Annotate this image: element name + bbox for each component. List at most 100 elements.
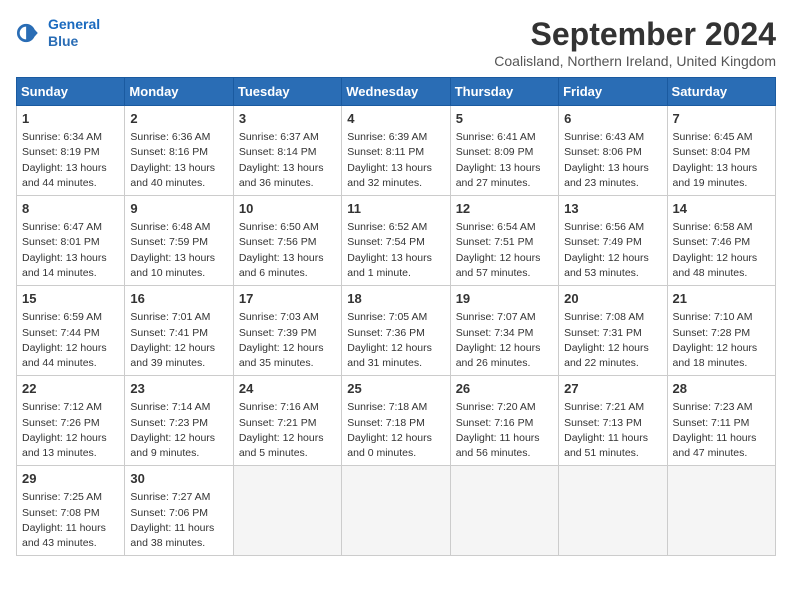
day-number: 5 — [456, 110, 553, 128]
day-number: 20 — [564, 290, 661, 308]
day-info: Sunrise: 7:05 AMSunset: 7:36 PMDaylight:… — [347, 310, 444, 371]
day-info: Sunrise: 6:47 AMSunset: 8:01 PMDaylight:… — [22, 220, 119, 281]
week-row-5: 29 Sunrise: 7:25 AMSunset: 7:08 PMDayligh… — [17, 466, 776, 556]
week-row-2: 8 Sunrise: 6:47 AMSunset: 8:01 PMDaylight… — [17, 196, 776, 286]
calendar-cell: 14 Sunrise: 6:58 AMSunset: 7:46 PMDayligh… — [667, 196, 775, 286]
day-info: Sunrise: 6:52 AMSunset: 7:54 PMDaylight:… — [347, 220, 444, 281]
day-info: Sunrise: 6:41 AMSunset: 8:09 PMDaylight:… — [456, 130, 553, 191]
calendar-cell: 26 Sunrise: 7:20 AMSunset: 7:16 PMDayligh… — [450, 376, 558, 466]
day-number: 15 — [22, 290, 119, 308]
day-number: 4 — [347, 110, 444, 128]
day-number: 25 — [347, 380, 444, 398]
calendar-cell: 18 Sunrise: 7:05 AMSunset: 7:36 PMDayligh… — [342, 286, 450, 376]
calendar-cell: 20 Sunrise: 7:08 AMSunset: 7:31 PMDayligh… — [559, 286, 667, 376]
day-info: Sunrise: 6:37 AMSunset: 8:14 PMDaylight:… — [239, 130, 336, 191]
column-header-sunday: Sunday — [17, 78, 125, 106]
calendar-cell: 9Sunrise: 6:48 AMSunset: 7:59 PMDaylight… — [125, 196, 233, 286]
day-info: Sunrise: 6:45 AMSunset: 8:04 PMDaylight:… — [673, 130, 770, 191]
day-number: 13 — [564, 200, 661, 218]
day-info: Sunrise: 6:59 AMSunset: 7:44 PMDaylight:… — [22, 310, 119, 371]
day-info: Sunrise: 6:58 AMSunset: 7:46 PMDaylight:… — [673, 220, 770, 281]
column-header-monday: Monday — [125, 78, 233, 106]
day-info: Sunrise: 7:21 AMSunset: 7:13 PMDaylight:… — [564, 400, 661, 461]
column-header-tuesday: Tuesday — [233, 78, 341, 106]
day-info: Sunrise: 7:10 AMSunset: 7:28 PMDaylight:… — [673, 310, 770, 371]
day-info: Sunrise: 7:16 AMSunset: 7:21 PMDaylight:… — [239, 400, 336, 461]
calendar-cell: 5 Sunrise: 6:41 AMSunset: 8:09 PMDaylight… — [450, 106, 558, 196]
day-number: 26 — [456, 380, 553, 398]
day-info: Sunrise: 6:39 AMSunset: 8:11 PMDaylight:… — [347, 130, 444, 191]
calendar-cell: 15 Sunrise: 6:59 AMSunset: 7:44 PMDayligh… — [17, 286, 125, 376]
calendar-cell: 22 Sunrise: 7:12 AMSunset: 7:26 PMDayligh… — [17, 376, 125, 466]
column-header-saturday: Saturday — [667, 78, 775, 106]
calendar-cell: 8 Sunrise: 6:47 AMSunset: 8:01 PMDaylight… — [17, 196, 125, 286]
day-number: 19 — [456, 290, 553, 308]
title-area: September 2024 Coalisland, Northern Irel… — [494, 16, 776, 69]
day-number: 8 — [22, 200, 119, 218]
calendar-cell: 24 Sunrise: 7:16 AMSunset: 7:21 PMDayligh… — [233, 376, 341, 466]
day-info: Sunrise: 7:25 AMSunset: 7:08 PMDaylight:… — [22, 490, 119, 551]
logo-line2: Blue — [48, 33, 78, 49]
day-number: 27 — [564, 380, 661, 398]
calendar-cell: 12Sunrise: 6:54 AMSunset: 7:51 PMDayligh… — [450, 196, 558, 286]
calendar-cell: 4 Sunrise: 6:39 AMSunset: 8:11 PMDaylight… — [342, 106, 450, 196]
day-number: 10 — [239, 200, 336, 218]
calendar-cell — [559, 466, 667, 556]
calendar: SundayMondayTuesdayWednesdayThursdayFrid… — [16, 77, 776, 556]
day-info: Sunrise: 7:20 AMSunset: 7:16 PMDaylight:… — [456, 400, 553, 461]
calendar-cell: 1Sunrise: 6:34 AMSunset: 8:19 PMDaylight… — [17, 106, 125, 196]
day-number: 2 — [130, 110, 227, 128]
day-info: Sunrise: 6:56 AMSunset: 7:49 PMDaylight:… — [564, 220, 661, 281]
calendar-cell: 6Sunrise: 6:43 AMSunset: 8:06 PMDaylight… — [559, 106, 667, 196]
calendar-cell: 13 Sunrise: 6:56 AMSunset: 7:49 PMDayligh… — [559, 196, 667, 286]
day-number: 29 — [22, 470, 119, 488]
calendar-cell: 11Sunrise: 6:52 AMSunset: 7:54 PMDayligh… — [342, 196, 450, 286]
calendar-cell: 21 Sunrise: 7:10 AMSunset: 7:28 PMDayligh… — [667, 286, 775, 376]
calendar-cell: 17 Sunrise: 7:03 AMSunset: 7:39 PMDayligh… — [233, 286, 341, 376]
location: Coalisland, Northern Ireland, United Kin… — [494, 53, 776, 69]
column-header-wednesday: Wednesday — [342, 78, 450, 106]
day-number: 21 — [673, 290, 770, 308]
day-info: Sunrise: 7:03 AMSunset: 7:39 PMDaylight:… — [239, 310, 336, 371]
day-number: 3 — [239, 110, 336, 128]
calendar-cell: 10Sunrise: 6:50 AMSunset: 7:56 PMDayligh… — [233, 196, 341, 286]
month-title: September 2024 — [494, 16, 776, 53]
day-info: Sunrise: 6:43 AMSunset: 8:06 PMDaylight:… — [564, 130, 661, 191]
day-info: Sunrise: 7:07 AMSunset: 7:34 PMDaylight:… — [456, 310, 553, 371]
calendar-cell: 16 Sunrise: 7:01 AMSunset: 7:41 PMDayligh… — [125, 286, 233, 376]
day-info: Sunrise: 6:48 AMSunset: 7:59 PMDaylight:… — [130, 220, 227, 281]
day-info: Sunrise: 7:08 AMSunset: 7:31 PMDaylight:… — [564, 310, 661, 371]
calendar-cell — [233, 466, 341, 556]
day-info: Sunrise: 7:01 AMSunset: 7:41 PMDaylight:… — [130, 310, 227, 371]
calendar-cell: 7 Sunrise: 6:45 AMSunset: 8:04 PMDaylight… — [667, 106, 775, 196]
day-info: Sunrise: 7:12 AMSunset: 7:26 PMDaylight:… — [22, 400, 119, 461]
calendar-cell: 27 Sunrise: 7:21 AMSunset: 7:13 PMDayligh… — [559, 376, 667, 466]
week-row-3: 15 Sunrise: 6:59 AMSunset: 7:44 PMDayligh… — [17, 286, 776, 376]
day-info: Sunrise: 7:27 AMSunset: 7:06 PMDaylight:… — [130, 490, 227, 551]
calendar-cell — [667, 466, 775, 556]
day-number: 23 — [130, 380, 227, 398]
day-number: 16 — [130, 290, 227, 308]
day-number: 17 — [239, 290, 336, 308]
calendar-header-row: SundayMondayTuesdayWednesdayThursdayFrid… — [17, 78, 776, 106]
day-number: 28 — [673, 380, 770, 398]
week-row-4: 22 Sunrise: 7:12 AMSunset: 7:26 PMDayligh… — [17, 376, 776, 466]
day-info: Sunrise: 6:36 AMSunset: 8:16 PMDaylight:… — [130, 130, 227, 191]
day-number: 24 — [239, 380, 336, 398]
day-number: 30 — [130, 470, 227, 488]
logo-icon — [16, 19, 44, 47]
logo-text: General Blue — [48, 16, 100, 50]
day-number: 7 — [673, 110, 770, 128]
logo: General Blue — [16, 16, 100, 50]
calendar-cell: 28 Sunrise: 7:23 AMSunset: 7:11 PMDayligh… — [667, 376, 775, 466]
calendar-cell: 29 Sunrise: 7:25 AMSunset: 7:08 PMDayligh… — [17, 466, 125, 556]
day-number: 18 — [347, 290, 444, 308]
calendar-cell: 19 Sunrise: 7:07 AMSunset: 7:34 PMDayligh… — [450, 286, 558, 376]
day-number: 22 — [22, 380, 119, 398]
calendar-cell: 2 Sunrise: 6:36 AMSunset: 8:16 PMDaylight… — [125, 106, 233, 196]
day-number: 12 — [456, 200, 553, 218]
day-info: Sunrise: 7:14 AMSunset: 7:23 PMDaylight:… — [130, 400, 227, 461]
day-number: 14 — [673, 200, 770, 218]
calendar-cell: 23 Sunrise: 7:14 AMSunset: 7:23 PMDayligh… — [125, 376, 233, 466]
day-info: Sunrise: 7:23 AMSunset: 7:11 PMDaylight:… — [673, 400, 770, 461]
